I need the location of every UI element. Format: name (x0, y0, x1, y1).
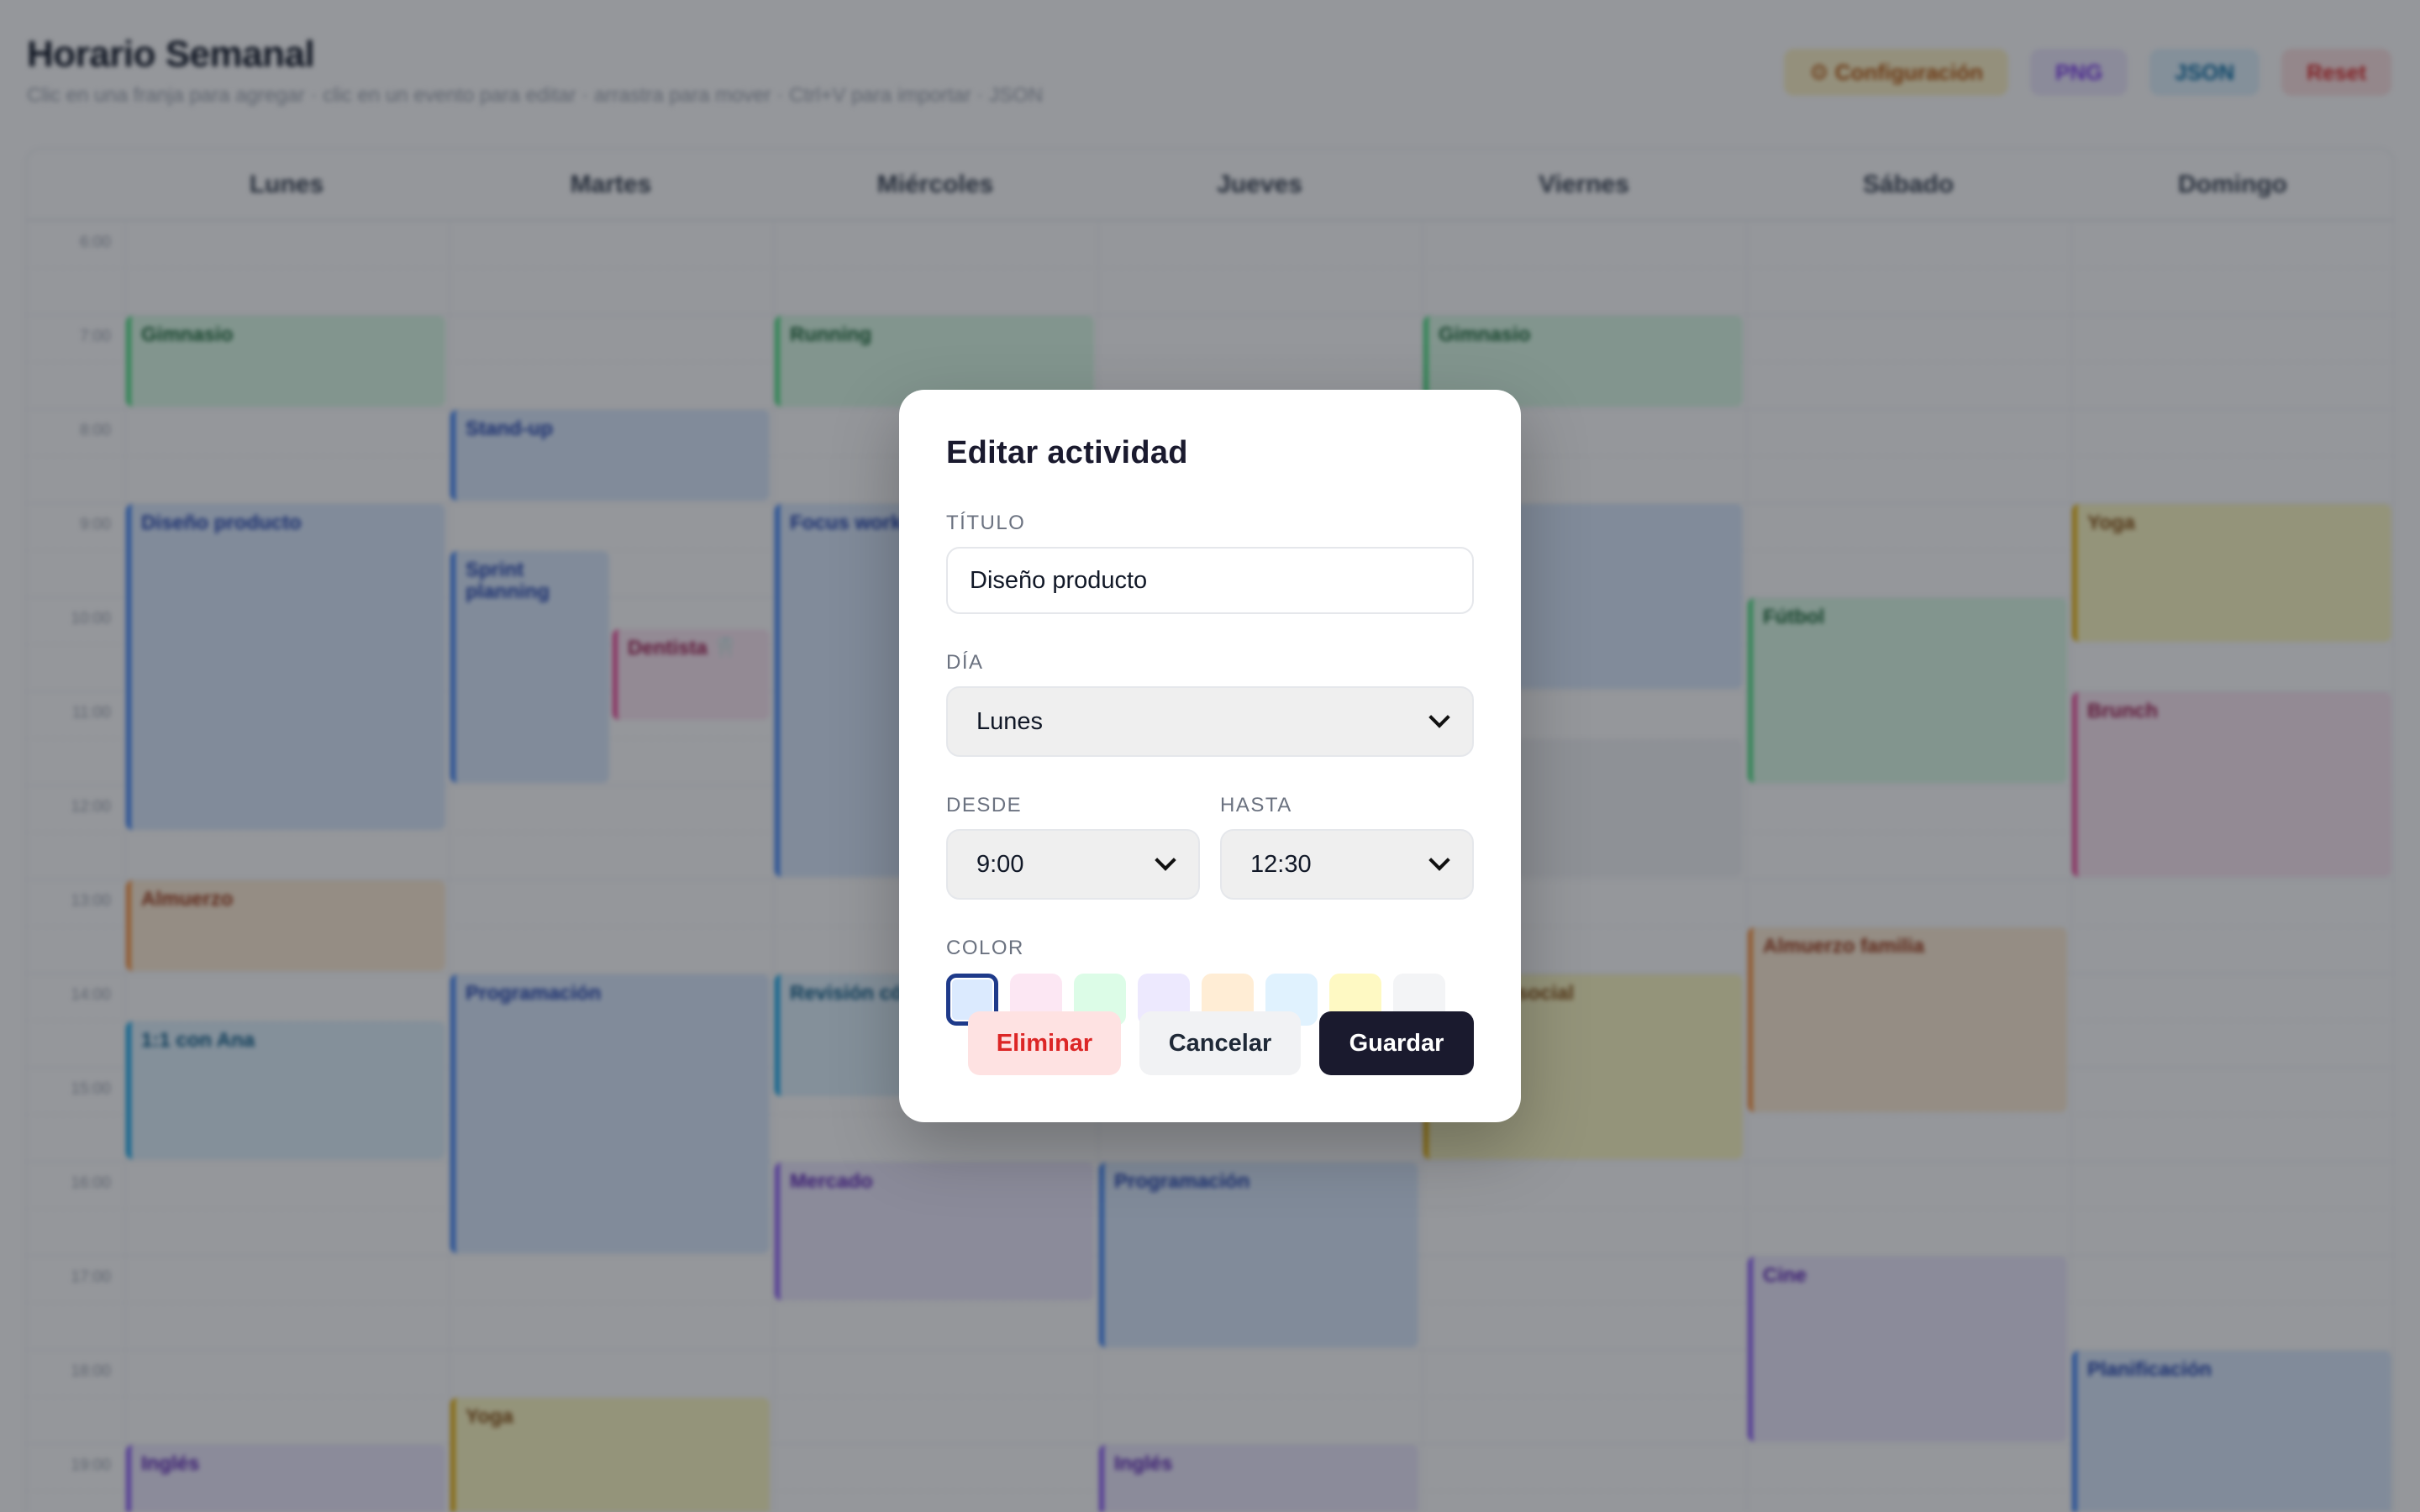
to-label: HASTA (1220, 794, 1292, 816)
from-label: DESDE (946, 794, 1023, 816)
modal-title: Editar actividad (946, 435, 1188, 470)
chevron-down-icon (1155, 849, 1176, 871)
chevron-down-icon (1428, 849, 1450, 871)
day-select[interactable]: Lunes (946, 686, 1474, 757)
from-select-value: 9:00 (976, 850, 1024, 878)
save-button[interactable]: Guardar (1319, 1011, 1474, 1075)
to-select-value: 12:30 (1250, 850, 1312, 878)
color-label: COLOR (946, 937, 1024, 959)
to-select[interactable]: 12:30 (1220, 829, 1474, 900)
edit-activity-modal: Editar actividad TÍTULO DÍA Lunes DESDE … (899, 390, 1521, 1122)
chevron-down-icon (1428, 706, 1450, 728)
cancel-button[interactable]: Cancelar (1139, 1011, 1301, 1075)
title-label: TÍTULO (946, 512, 1026, 534)
from-select[interactable]: 9:00 (946, 829, 1200, 900)
day-label: DÍA (946, 651, 984, 674)
title-input[interactable] (946, 547, 1474, 614)
day-select-value: Lunes (976, 707, 1044, 735)
delete-button[interactable]: Eliminar (968, 1011, 1121, 1075)
modal-actions: Eliminar Cancelar Guardar (968, 1011, 1474, 1075)
